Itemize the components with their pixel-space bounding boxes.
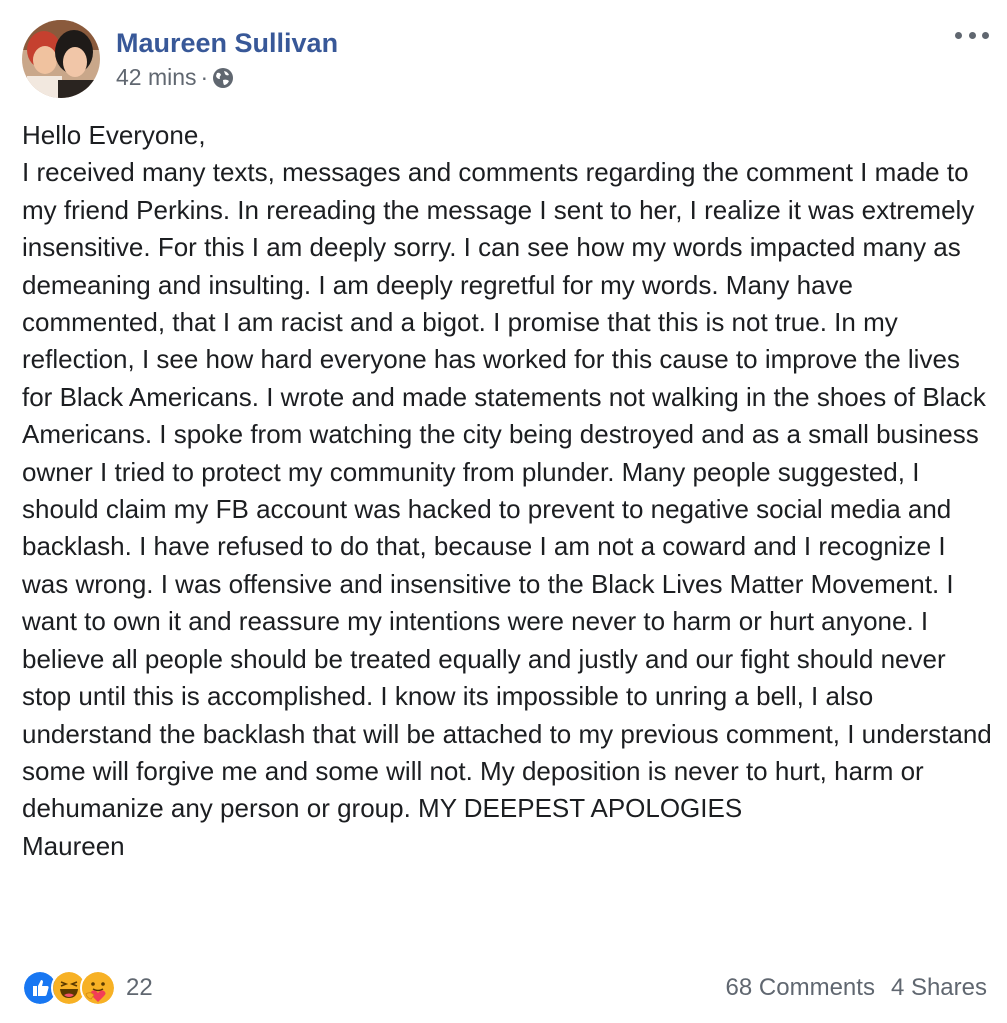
author-name[interactable]: Maureen Sullivan [116,26,338,60]
post-header: Maureen Sullivan 42 mins · [22,20,338,98]
post-signature: Maureen [22,830,125,861]
facebook-post: Maureen Sullivan 42 mins · Hello Everyon [0,0,1007,1023]
post-paragraph: I received many texts, messages and comm… [22,157,992,824]
post-body: Hello Everyone, I received many texts, m… [22,117,997,865]
reaction-icons [22,970,116,1006]
post-timestamp[interactable]: 42 mins [116,64,197,91]
post-footer: 22 68 Comments 4 Shares [22,968,987,1008]
more-dot [968,31,976,39]
more-options-icon[interactable] [955,24,989,46]
care-reaction-icon [80,970,116,1006]
separator-dot: · [200,64,209,90]
post-greeting: Hello Everyone, [22,120,206,150]
post-subline: 42 mins · [116,64,338,91]
globe-icon[interactable] [212,67,234,89]
comments-count-link[interactable]: 68 Comments [726,974,875,1002]
reaction-count: 22 [126,974,153,1001]
more-dot [982,31,989,39]
author-avatar[interactable] [22,20,100,98]
post-meta: Maureen Sullivan 42 mins · [116,26,338,91]
reactions-summary[interactable]: 22 [22,970,153,1006]
more-dot [955,31,962,39]
engagement-stats: 68 Comments 4 Shares [726,974,987,1002]
avatar-photo-icon [22,20,100,98]
shares-count-link[interactable]: 4 Shares [891,974,987,1002]
